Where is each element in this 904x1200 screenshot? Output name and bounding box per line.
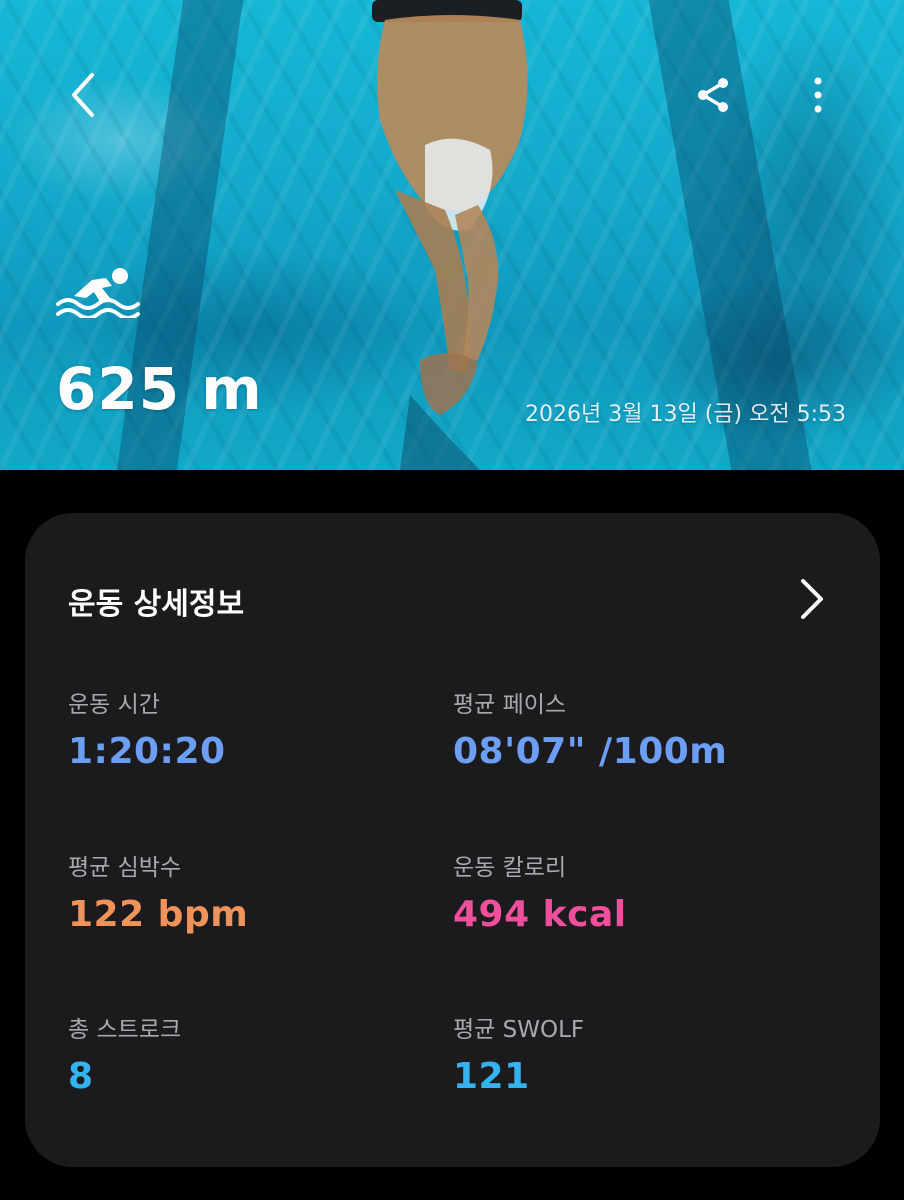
more-vertical-icon [814, 77, 822, 113]
metric-label: 평균 SWOLF [453, 1017, 585, 1043]
back-arrow-icon [72, 73, 94, 117]
more-options-button[interactable] [800, 72, 836, 118]
metric-calories: 운동 칼로리 494 kcal [453, 848, 833, 935]
metric-value: 8 [68, 1056, 94, 1097]
chevron-right-icon [801, 579, 823, 619]
metric-average-heart-rate: 평균 심박수 122 bpm [68, 848, 448, 935]
metric-value: 08'07" /100m [453, 731, 728, 772]
share-icon [698, 78, 728, 112]
metric-value: 494 kcal [453, 894, 627, 935]
metric-label: 운동 칼로리 [453, 855, 567, 881]
metric-average-swolf: 평균 SWOLF 121 [453, 1010, 833, 1097]
metric-value: 121 [453, 1056, 530, 1097]
metric-label: 운동 시간 [68, 692, 160, 718]
workout-photo: 625 m 2026년 3월 13일 (금) 오전 5:53 [0, 0, 904, 470]
metric-total-strokes: 총 스트로크 8 [68, 1010, 448, 1097]
metric-label: 총 스트로크 [68, 1017, 182, 1043]
metric-label: 평균 페이스 [453, 692, 567, 718]
workout-details-header[interactable]: 운동 상세정보 [25, 513, 880, 683]
metric-workout-time: 운동 시간 1:20:20 [68, 685, 448, 772]
swimming-icon [56, 268, 140, 318]
workout-datetime: 2026년 3월 13일 (금) 오전 5:53 [525, 402, 846, 427]
total-distance: 625 m [56, 355, 263, 423]
metric-label: 평균 심박수 [68, 855, 182, 881]
metric-value: 122 bpm [68, 894, 249, 935]
share-button[interactable] [690, 72, 736, 118]
back-button[interactable] [58, 70, 108, 120]
workout-details-card: 운동 상세정보 운동 시간 1:20:20 평균 페이스 08'07" /100… [25, 513, 880, 1167]
card-title: 운동 상세정보 [68, 587, 245, 622]
metric-average-pace: 평균 페이스 08'07" /100m [453, 685, 833, 772]
metric-value: 1:20:20 [68, 731, 226, 772]
